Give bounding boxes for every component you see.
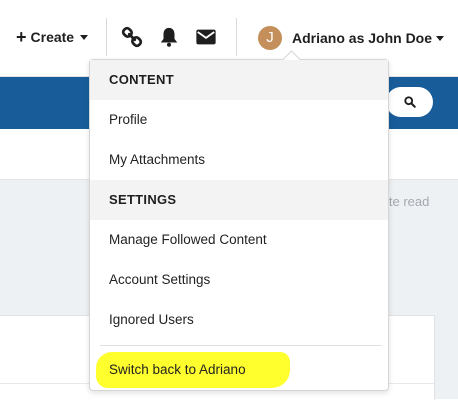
section-heading-content: CONTENT <box>90 60 388 100</box>
search-icon <box>404 96 416 108</box>
menu-item-ignored-users[interactable]: Ignored Users <box>90 300 388 340</box>
menu-divider <box>100 345 382 346</box>
chevron-down-icon <box>436 35 445 41</box>
account-dropdown: CONTENT Profile My Attachments SETTINGS … <box>89 50 389 391</box>
avatar[interactable]: J <box>258 26 282 50</box>
envelope-icon[interactable] <box>195 26 217 48</box>
user-name-label: Adriano as John Doe <box>292 30 433 46</box>
user-menu-toggle[interactable]: Adriano as John Doe <box>292 30 445 46</box>
create-label: Create <box>30 29 75 45</box>
background-text: ite read <box>386 194 430 209</box>
chevron-down-icon <box>80 34 89 40</box>
menu-item-profile[interactable]: Profile <box>90 100 388 140</box>
bell-icon[interactable] <box>158 26 180 48</box>
menu-item-account-settings[interactable]: Account Settings <box>90 260 388 300</box>
menu-item-my-attachments[interactable]: My Attachments <box>90 140 388 180</box>
menu-item-switch-back[interactable]: Switch back to Adriano <box>90 350 388 390</box>
nav-divider <box>236 18 237 56</box>
menu-item-manage-followed-content[interactable]: Manage Followed Content <box>90 220 388 260</box>
plus-icon: + <box>16 27 27 47</box>
section-heading-settings: SETTINGS <box>90 180 388 220</box>
create-button[interactable]: + Create <box>16 27 89 47</box>
link-icon[interactable] <box>121 26 143 48</box>
search-button[interactable] <box>386 87 433 117</box>
nav-divider <box>106 18 107 56</box>
